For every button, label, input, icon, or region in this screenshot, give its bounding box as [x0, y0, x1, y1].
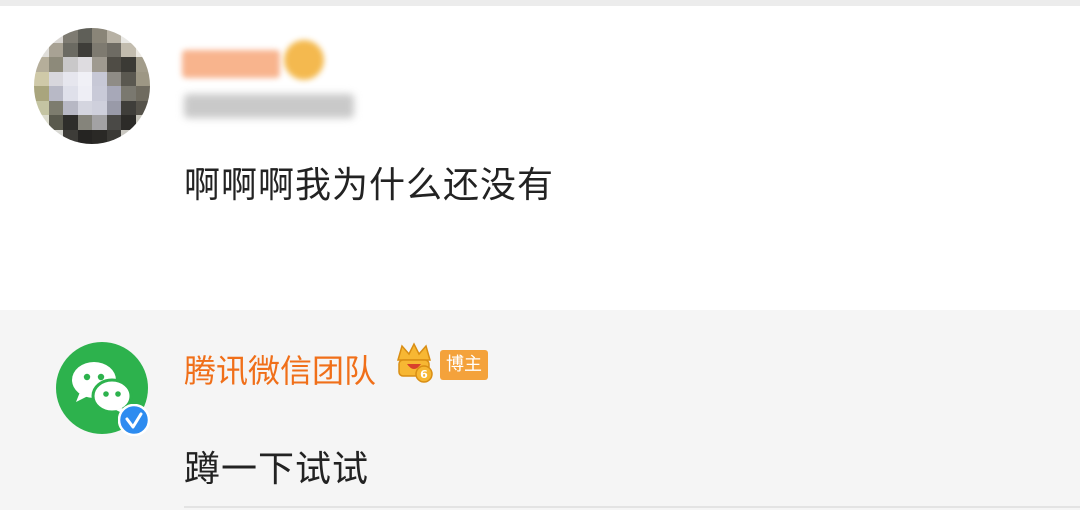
comment-text: 啊啊啊我为什么还没有: [184, 165, 555, 206]
blurred-timestamp: [184, 94, 354, 118]
reply-item: 腾讯微信团队 6 博主 蹲一下试试: [0, 310, 1080, 510]
bottom-divider: [184, 506, 1080, 508]
blurred-username[interactable]: [182, 50, 280, 78]
blurred-member-badge-icon: [284, 40, 324, 80]
crown-level-number: 6: [420, 368, 428, 381]
reply-text: 蹲一下试试: [184, 449, 370, 490]
user-avatar[interactable]: [34, 28, 150, 144]
comment-item: 啊啊啊我为什么还没有: [0, 6, 1080, 310]
verified-check-icon: [118, 404, 150, 436]
crown-level-icon: 6: [397, 342, 433, 383]
reply-author-name[interactable]: 腾讯微信团队: [184, 346, 376, 392]
author-role-badge: 博主: [440, 350, 488, 380]
